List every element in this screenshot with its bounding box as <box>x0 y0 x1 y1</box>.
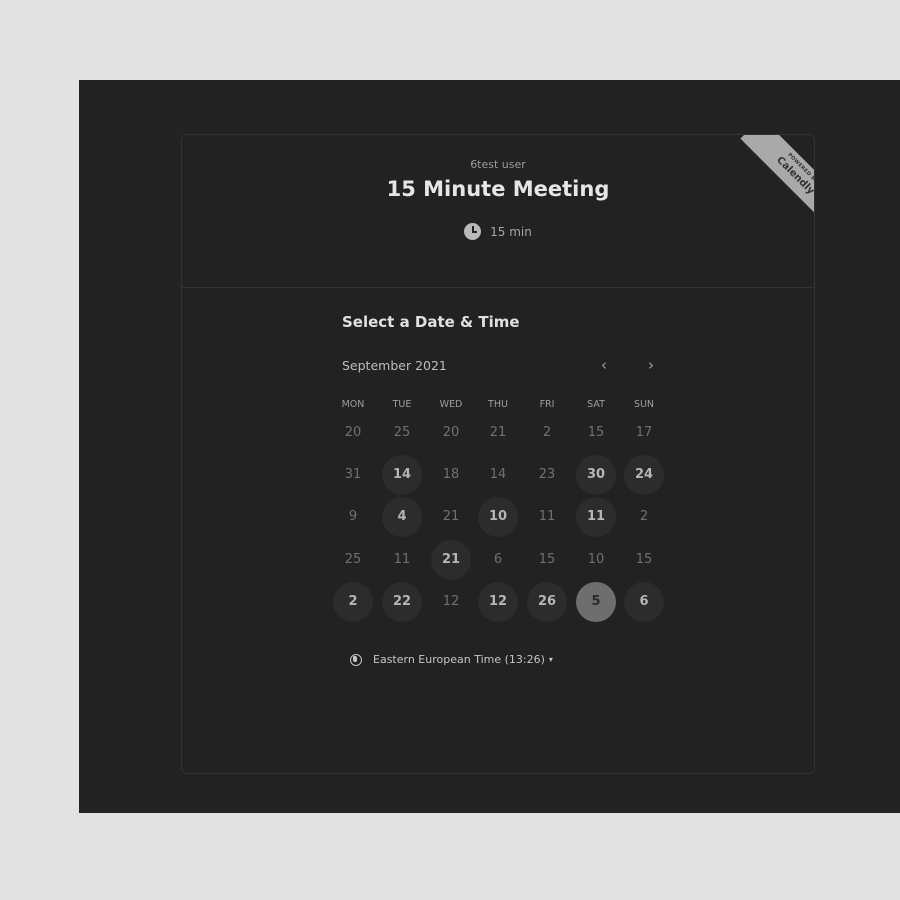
event-duration: 15 min <box>182 223 814 240</box>
selected-date-cell[interactable]: 5 <box>576 582 616 622</box>
select-date-heading: Select a Date & Time <box>342 313 520 331</box>
clock-icon <box>464 223 482 240</box>
weekday-sat: SAT <box>587 399 605 410</box>
weekday-sun: SUN <box>633 399 655 410</box>
date-cell: 17 <box>635 425 653 440</box>
weekday-wed: WED <box>439 399 463 410</box>
date-cell: 25 <box>393 425 411 440</box>
date-cell: 15 <box>587 425 605 440</box>
weekday-fri: FRI <box>539 399 555 410</box>
date-cell: 25 <box>344 552 362 567</box>
date-cell: 18 <box>442 467 460 482</box>
weekday-thu: THU <box>488 399 508 410</box>
date-cell: 6 <box>493 552 503 567</box>
date-cell: 10 <box>587 552 605 567</box>
timezone-label: Eastern European Time (13:26) <box>373 653 545 666</box>
booking-card: 6test user 15 Minute Meeting 15 min POWE… <box>181 134 815 774</box>
date-cell[interactable]: 4 <box>382 497 422 537</box>
date-cell[interactable]: 10 <box>478 497 518 537</box>
chevron-left-icon[interactable]: ‹ <box>592 353 616 377</box>
date-cell[interactable]: 12 <box>478 582 518 622</box>
date-cell[interactable]: 2 <box>333 582 373 622</box>
chevron-right-icon[interactable]: › <box>639 353 663 377</box>
date-cell: 9 <box>348 509 358 524</box>
date-cell: 21 <box>442 509 460 524</box>
date-cell: 15 <box>538 552 556 567</box>
weekday-tue: TUE <box>392 399 412 410</box>
month-label: September 2021 <box>342 358 447 373</box>
date-cell: 11 <box>393 552 411 567</box>
date-cell[interactable]: 22 <box>382 582 422 622</box>
date-cell: 31 <box>344 467 362 482</box>
date-cell[interactable]: 6 <box>624 582 664 622</box>
date-cell: 2 <box>639 509 649 524</box>
date-cell[interactable]: 26 <box>527 582 567 622</box>
date-cell: 15 <box>635 552 653 567</box>
globe-icon <box>350 653 362 666</box>
powered-by-badge[interactable]: POWERED BY Calendly <box>718 135 814 219</box>
weekday-mon: MON <box>341 399 365 410</box>
date-cell[interactable]: 24 <box>624 455 664 495</box>
caret-down-icon: ▾ <box>548 655 553 664</box>
date-cell: 20 <box>344 425 362 440</box>
calendly-ribbon[interactable]: POWERED BY Calendly <box>740 135 814 219</box>
duration-label: 15 min <box>490 224 532 239</box>
date-cell: 23 <box>538 467 556 482</box>
date-cell: 12 <box>442 594 460 609</box>
date-cell[interactable]: 21 <box>431 540 471 580</box>
date-cell: 2 <box>542 425 552 440</box>
date-cell[interactable]: 14 <box>382 455 422 495</box>
date-cell: 14 <box>489 467 507 482</box>
date-cell: 11 <box>538 509 556 524</box>
date-cell: 20 <box>442 425 460 440</box>
date-cell: 21 <box>489 425 507 440</box>
date-cell[interactable]: 11 <box>576 497 616 537</box>
timezone-selector[interactable]: Eastern European Time (13:26) ▾ <box>350 653 553 666</box>
date-cell[interactable]: 30 <box>576 455 616 495</box>
